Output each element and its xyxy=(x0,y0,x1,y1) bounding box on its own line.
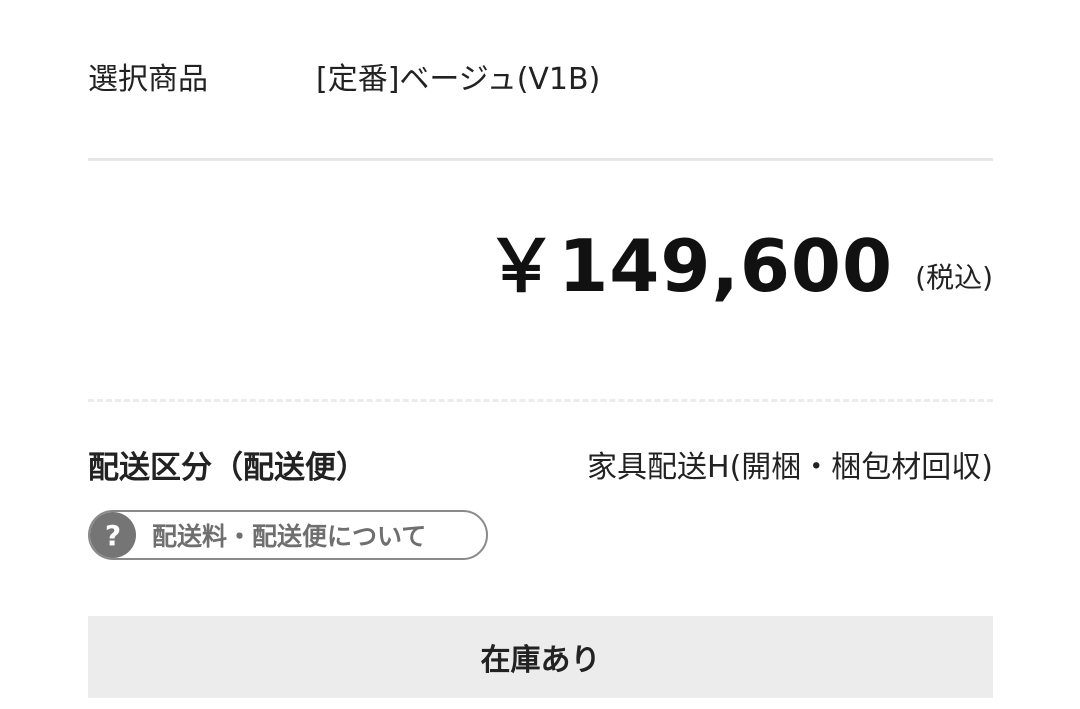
divider xyxy=(88,158,993,161)
selected-product-row: 選択商品 [定番]ベージュ(V1B) xyxy=(88,52,993,100)
shipping-label: 配送区分（配送便） xyxy=(88,449,367,486)
shipping-info-label: 配送料・配送便について xyxy=(152,522,427,551)
question-icon: ? xyxy=(90,512,136,558)
price-amount: ￥149,600 xyxy=(485,224,894,308)
price-row: ￥149,600 (税込) xyxy=(88,212,993,302)
price-tax-note: (税込) xyxy=(915,261,993,294)
product-purchase-panel: 選択商品 [定番]ベージュ(V1B) ￥149,600 (税込) 配送区分（配送… xyxy=(0,0,1080,709)
stock-status-bar: 在庫あり xyxy=(88,616,993,698)
shipping-value: 家具配送H(開梱・梱包材回収) xyxy=(587,450,993,485)
shipping-row: 配送区分（配送便） 家具配送H(開梱・梱包材回収) xyxy=(88,440,993,488)
dashed-divider xyxy=(88,399,993,402)
selected-product-label: 選択商品 xyxy=(88,62,208,97)
stock-status-label: 在庫あり xyxy=(480,643,601,678)
selected-product-value: [定番]ベージュ(V1B) xyxy=(316,62,601,97)
shipping-info-link[interactable]: ? 配送料・配送便について xyxy=(88,510,488,560)
